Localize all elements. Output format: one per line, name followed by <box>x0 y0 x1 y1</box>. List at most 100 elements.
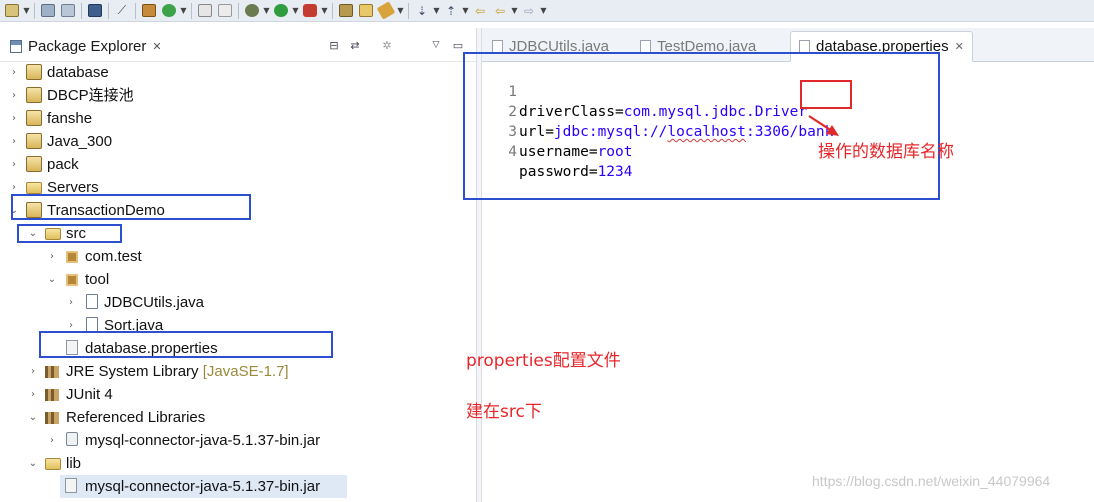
toolbar-divider <box>135 2 136 19</box>
annotation-text: properties <box>466 351 553 371</box>
chevron-down-icon[interactable]: ▼ <box>179 2 188 20</box>
library-icon <box>45 389 59 401</box>
last-edit-icon[interactable]: ⇦ <box>470 2 490 20</box>
highlight-box-database-properties <box>39 331 333 358</box>
close-icon[interactable]: ✕ <box>152 40 161 53</box>
open-folder-icon[interactable] <box>356 2 376 20</box>
collapse-all-icon[interactable]: ⊟ <box>326 37 342 53</box>
tree-item-database[interactable]: › database <box>0 61 476 84</box>
back-icon[interactable]: ⇦ <box>490 2 510 20</box>
tree-item-pack[interactable]: › pack <box>0 153 476 176</box>
chevron-down-icon[interactable]: ▼ <box>510 2 519 20</box>
chevron-down-icon[interactable]: ▼ <box>291 2 300 20</box>
tab-package-explorer[interactable]: Package Explorer ✕ <box>4 32 168 60</box>
library-icon <box>45 412 59 424</box>
tree-item-label: mysql-connector-java-5.1.37-bin.jar <box>85 478 321 495</box>
toolbar-divider <box>108 2 109 19</box>
tree-item-mysql-jar-file[interactable]: mysql-connector-java-5.1.37-bin.jar <box>60 475 347 498</box>
chevron-down-icon[interactable]: ⌄ <box>28 452 38 475</box>
chevron-right-icon[interactable]: › <box>47 245 57 268</box>
tree-item-com-test[interactable]: › com.test <box>0 245 476 268</box>
toolbar-divider <box>191 2 192 19</box>
search-tool-icon[interactable] <box>376 1 396 20</box>
link-with-editor-icon[interactable]: ⇄ <box>346 37 364 53</box>
tab-label: Package Explorer <box>28 37 147 55</box>
chevron-down-icon[interactable]: ▼ <box>396 2 405 20</box>
annotation-text: 配置文件 <box>552 351 621 371</box>
view-menu-icon[interactable]: ▽ <box>430 37 442 53</box>
prev-annotation-icon[interactable]: ⇡ <box>441 2 461 20</box>
chevron-right-icon[interactable]: › <box>9 107 19 130</box>
chevron-down-icon[interactable]: ⌄ <box>28 406 38 429</box>
chevron-down-icon[interactable]: ▼ <box>539 2 548 20</box>
tree-item-junit4[interactable]: › JUnit 4 <box>0 383 476 406</box>
run-external-icon[interactable] <box>300 2 320 20</box>
tree-item-label: database <box>47 64 109 81</box>
tree-item-fanshe[interactable]: › fanshe <box>0 107 476 130</box>
chevron-right-icon[interactable]: › <box>28 383 38 406</box>
tree-item-tool[interactable]: ⌄ tool <box>0 268 476 291</box>
toolbar-divider <box>332 2 333 19</box>
save-icon[interactable] <box>38 2 58 20</box>
package-explorer-icon <box>10 39 22 53</box>
chevron-down-icon[interactable]: ▼ <box>262 2 271 20</box>
highlight-box-src <box>17 224 122 243</box>
tree-item-decoration: [JavaSE-1.7] <box>202 363 289 380</box>
chevron-right-icon[interactable]: › <box>28 360 38 383</box>
toolbar-divider <box>34 2 35 19</box>
jar-file-icon <box>65 478 77 493</box>
tree-item-jdbcutils[interactable]: › JDBCUtils.java <box>0 291 476 314</box>
run-icon[interactable] <box>271 2 291 20</box>
chevron-right-icon[interactable]: › <box>9 130 19 153</box>
save-all-icon[interactable] <box>58 2 78 20</box>
project-icon <box>26 156 42 172</box>
chevron-down-icon[interactable]: ⌄ <box>47 268 57 291</box>
tree-item-label: JRE System Library [JavaSE-1.7] <box>66 363 289 380</box>
open-type-icon[interactable] <box>336 2 356 20</box>
next-annotation-icon[interactable]: ⇣ <box>412 2 432 20</box>
annotation-text: 建在 <box>466 402 500 422</box>
chevron-down-icon[interactable]: ▼ <box>461 2 470 20</box>
java-file-icon <box>86 317 98 332</box>
chevron-right-icon[interactable]: › <box>66 291 76 314</box>
refresh-icon[interactable] <box>159 2 179 20</box>
chevron-down-icon[interactable]: ▼ <box>22 2 31 20</box>
debug-skip-icon[interactable]: ⟋ <box>112 2 132 20</box>
chevron-right-icon[interactable]: › <box>9 153 19 176</box>
highlight-box-database-name <box>800 80 852 109</box>
tree-item-java300[interactable]: › Java_300 <box>0 130 476 153</box>
chevron-down-icon[interactable]: ▼ <box>320 2 329 20</box>
build-icon[interactable] <box>139 2 159 20</box>
chevron-right-icon[interactable]: › <box>9 84 19 107</box>
chevron-right-icon[interactable]: › <box>47 429 57 452</box>
tree-item-dbcp[interactable]: › DBCP连接池 <box>0 84 476 107</box>
debug-icon[interactable] <box>242 2 262 20</box>
package-icon <box>66 251 78 263</box>
main-toolbar: ▼ ⟋ ▼ ▼ ▼ ▼ ▼ ⇣ ▼ ⇡ ▼ ⇦ ⇦ ▼ ⇨ ▼ <box>0 0 1094 22</box>
tree-item-lib[interactable]: ⌄ lib <box>0 452 476 475</box>
explorer-tab-bar: Package Explorer ✕ ⊟ ⇄ ✲ ▽ ▭ <box>0 28 476 62</box>
chevron-down-icon[interactable]: ▼ <box>432 2 441 20</box>
highlight-box-properties-content <box>463 52 940 200</box>
properties-icon[interactable] <box>215 2 235 20</box>
tree-item-label: DBCP连接池 <box>47 87 134 104</box>
minimize-icon[interactable]: ▭ <box>452 37 464 53</box>
tree-item-label: fanshe <box>47 110 93 127</box>
annotation-properties-note: properties配置文件 <box>466 346 621 371</box>
jar-icon <box>66 432 78 446</box>
terminal-icon[interactable] <box>85 2 105 20</box>
new-wizard-icon[interactable] <box>2 2 22 20</box>
focus-icon[interactable]: ✲ <box>378 37 396 53</box>
tree-item-label: tool <box>85 271 110 288</box>
close-icon[interactable]: ✕ <box>955 40 964 53</box>
forward-icon[interactable]: ⇨ <box>519 2 539 20</box>
tree-item-referenced-libraries[interactable]: ⌄ Referenced Libraries <box>0 406 476 429</box>
tree-item-mysql-jar-ref[interactable]: › mysql-connector-java-5.1.37-bin.jar <box>0 429 476 452</box>
annotation-text: 下 <box>524 402 542 422</box>
tree-item-label: mysql-connector-java-5.1.37-bin.jar <box>85 432 321 449</box>
chevron-right-icon[interactable]: › <box>9 61 19 84</box>
toolbar-divider <box>238 2 239 19</box>
print-icon[interactable] <box>195 2 215 20</box>
tree-item-label: Java_300 <box>47 133 113 150</box>
tree-item-jre-library[interactable]: › JRE System Library [JavaSE-1.7] <box>0 360 476 383</box>
